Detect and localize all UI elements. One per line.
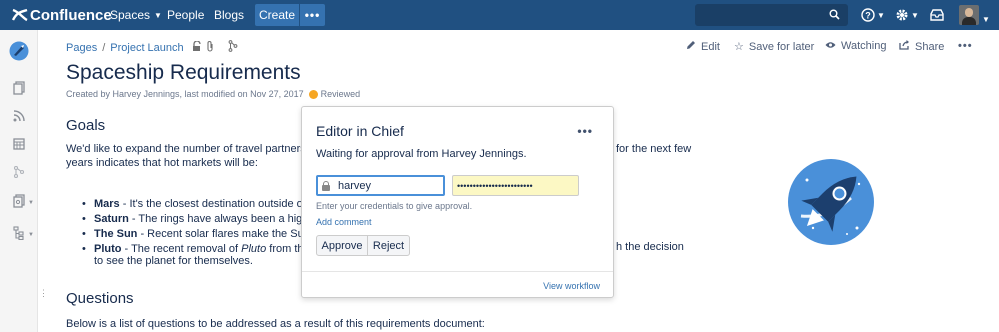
username-value: harvey (338, 179, 372, 192)
pages-icon[interactable] (12, 81, 26, 95)
confluence-x-icon (12, 8, 28, 22)
popup-title: Editor in Chief (316, 123, 404, 139)
nav-people[interactable]: People (167, 8, 204, 22)
password-field[interactable]: •••••••••••••••••••••••• (452, 175, 579, 196)
share-button[interactable]: Share (899, 40, 944, 53)
watching-label: Watching (841, 40, 887, 52)
svg-text:?: ? (865, 11, 871, 21)
username-field[interactable]: harvey (316, 175, 445, 196)
credentials-hint: Enter your credentials to give approval. (316, 201, 473, 211)
nav-spaces-label: Spaces (110, 8, 151, 22)
approval-buttons: Approve Reject (316, 235, 410, 256)
breadcrumb-pages[interactable]: Pages (66, 42, 97, 54)
edit-label: Edit (701, 40, 720, 53)
create-button[interactable]: Create (255, 4, 299, 26)
chevron-down-icon: ▼ (877, 10, 885, 20)
page-tree-icon[interactable] (12, 226, 26, 240)
pluto-line2: to see the planet for themselves. (94, 255, 253, 267)
breadcrumb: Pages / Project Launch (66, 39, 238, 55)
rocket-space-icon (9, 41, 29, 61)
add-comment-link[interactable]: Add comment (316, 217, 372, 227)
goals-paragraph-line1-end: for the next few (616, 143, 692, 155)
approval-popup: Editor in Chief ••• Waiting for approval… (301, 106, 614, 298)
status-icon (308, 89, 318, 99)
workflow-icon[interactable] (228, 40, 238, 55)
search-input[interactable] (695, 4, 848, 26)
pluto-line-end: h the decision (616, 241, 684, 253)
watching-button[interactable]: Watching (825, 40, 886, 52)
divider (302, 271, 613, 272)
help-menu[interactable]: ? ▼ (861, 6, 885, 24)
goals-paragraph-line1: We'd like to expand the number of travel… (66, 143, 331, 155)
rocket-icon (788, 159, 874, 245)
list-item: Saturn - The rings have always been a hi… (82, 212, 333, 227)
top-navigation-bar: Confluence Spaces ▼ People Blogs Create … (0, 0, 999, 30)
templates-icon[interactable] (12, 194, 26, 208)
sidebar: ▼ ▼ (0, 30, 38, 332)
page-title: Spaceship Requirements (66, 61, 301, 84)
pencil-icon (686, 40, 696, 53)
markets-list: Mars - It's the closest destination outs… (82, 197, 333, 257)
breadcrumb-project-launch[interactable]: Project Launch (110, 42, 183, 54)
edit-button[interactable]: Edit (686, 40, 720, 53)
page-more-actions-button[interactable]: ••• (958, 40, 973, 52)
chevron-down-icon[interactable]: ▼ (28, 200, 34, 206)
chevron-down-icon[interactable]: ▼ (982, 10, 990, 28)
calendar-icon[interactable] (12, 137, 26, 151)
rocket-illustration (787, 158, 875, 251)
help-icon: ? (861, 8, 875, 22)
list-item: Mars - It's the closest destination outs… (82, 197, 333, 212)
create-more-button[interactable]: ••• (300, 4, 325, 26)
star-icon: ☆ (734, 41, 744, 53)
status-badge[interactable]: Reviewed (321, 89, 361, 99)
questions-paragraph: Below is a list of questions to be addre… (66, 318, 485, 330)
popup-more-button[interactable]: ••• (577, 124, 593, 138)
list-item: The Sun - Recent solar flares make the S… (82, 227, 333, 242)
space-logo[interactable] (9, 41, 29, 66)
nav-spaces[interactable]: Spaces ▼ (110, 8, 162, 22)
view-workflow-link[interactable]: View workflow (543, 281, 600, 291)
logo-text: Confluence (30, 6, 112, 24)
chevron-down-icon: ▼ (911, 10, 919, 20)
notification-icon (930, 9, 944, 21)
avatar[interactable] (959, 5, 979, 25)
lock-icon (322, 180, 330, 191)
page-byline: Created by Harvey Jennings, last modifie… (66, 89, 304, 99)
goals-paragraph-line2: years indicates that hot markets will be… (66, 157, 258, 169)
workflow-icon[interactable] (12, 165, 26, 179)
goals-heading: Goals (66, 117, 106, 134)
breadcrumb-separator: / (102, 41, 106, 54)
save-for-later-label: Save for later (748, 40, 815, 53)
blog-feed-icon[interactable] (12, 109, 26, 123)
confluence-logo[interactable]: Confluence (12, 5, 112, 25)
restrictions-lock-icon[interactable] (192, 39, 202, 55)
approve-button[interactable]: Approve (316, 235, 368, 256)
attachment-icon[interactable] (206, 40, 214, 55)
share-icon (899, 40, 910, 53)
nav-blogs[interactable]: Blogs (214, 8, 244, 22)
eye-icon (825, 40, 836, 52)
save-for-later-button[interactable]: ☆ Save for later (734, 40, 815, 54)
sidebar-resize-handle[interactable]: ⋮ (39, 288, 48, 299)
search-icon (829, 9, 840, 20)
gear-icon (896, 9, 908, 21)
share-label: Share (915, 40, 945, 53)
notifications-button[interactable] (930, 6, 944, 24)
settings-menu[interactable]: ▼ (895, 6, 919, 24)
page-metadata: Created by Harvey Jennings, last modifie… (66, 89, 360, 99)
reject-button[interactable]: Reject (368, 235, 410, 256)
questions-heading: Questions (66, 290, 134, 307)
chevron-down-icon: ▼ (154, 10, 162, 20)
approval-message: Waiting for approval from Harvey Jenning… (316, 148, 527, 160)
chevron-down-icon[interactable]: ▼ (28, 232, 34, 238)
